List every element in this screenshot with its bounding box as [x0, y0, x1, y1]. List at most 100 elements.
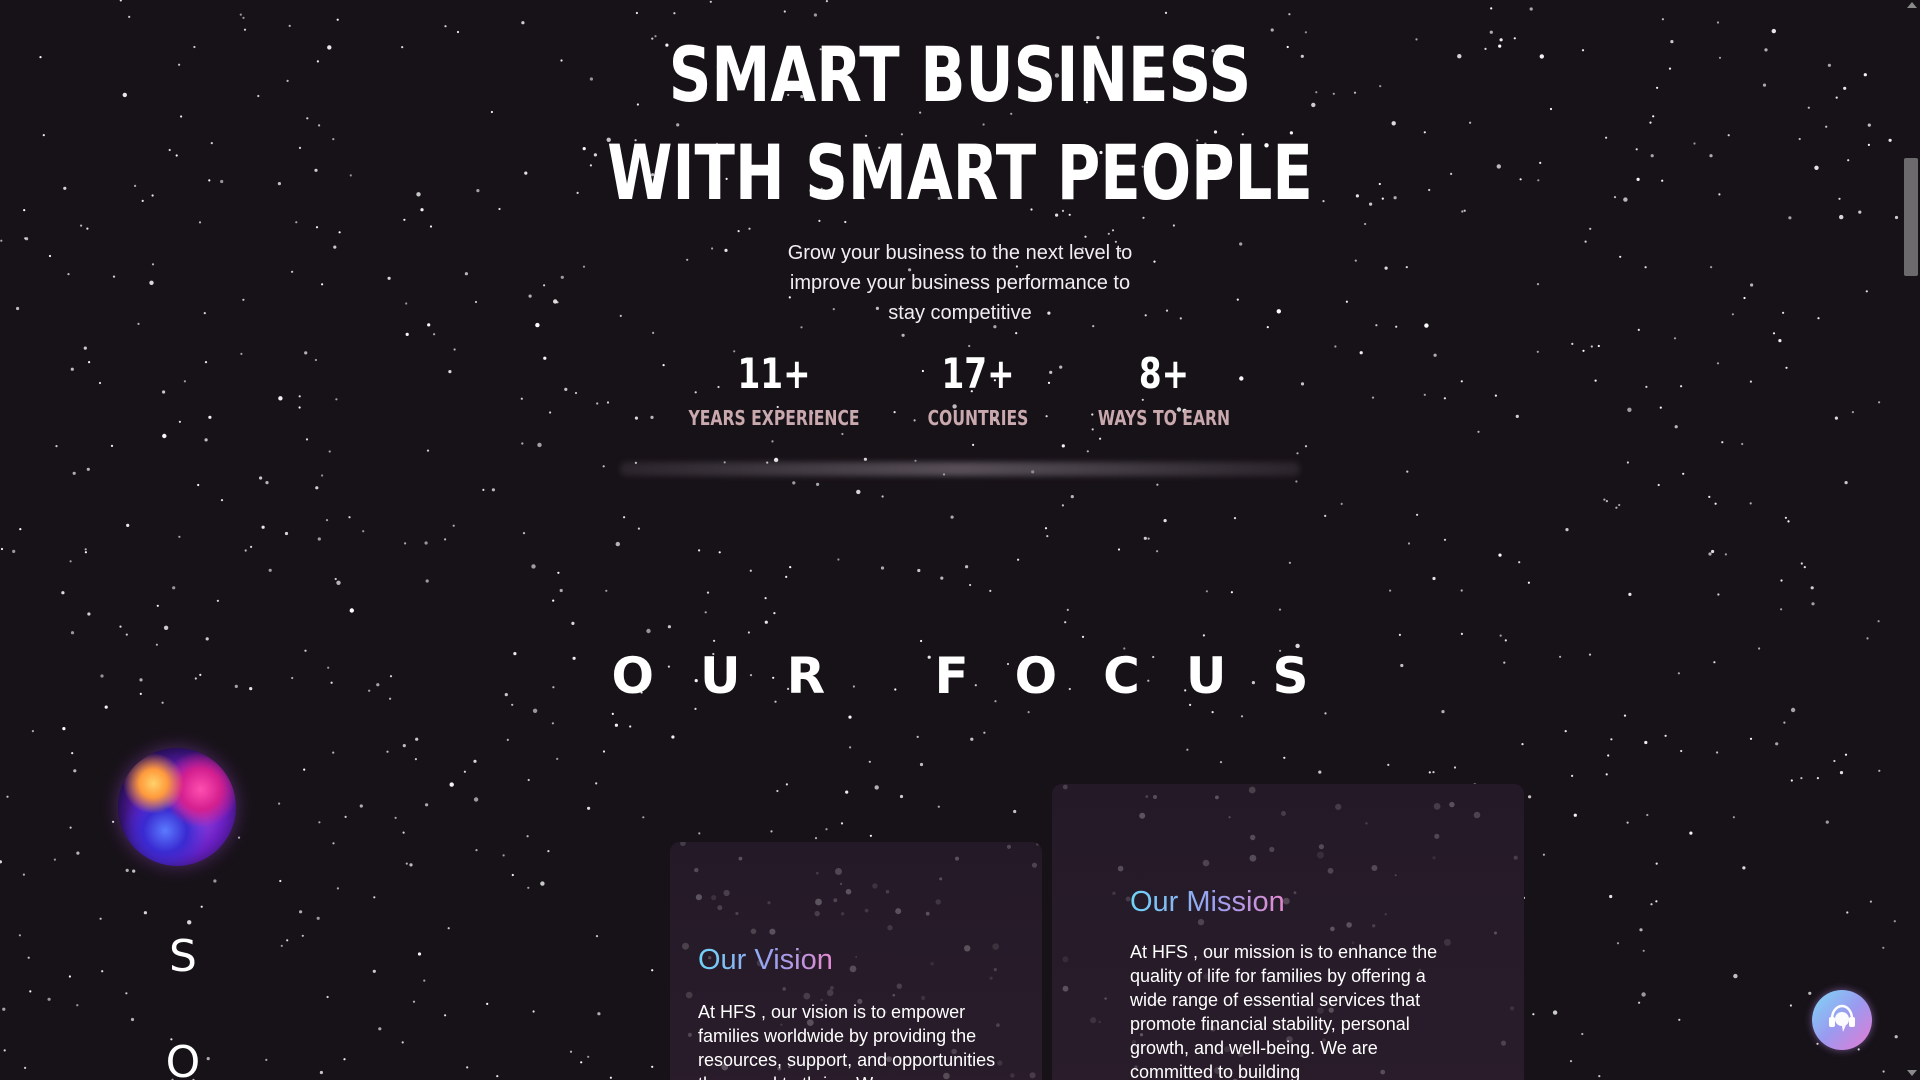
- star: [1571, 774, 1574, 778]
- star: [1641, 992, 1646, 997]
- star: [747, 631, 751, 634]
- star: [69, 826, 72, 829]
- card-dot: [839, 882, 843, 886]
- star: [1597, 344, 1600, 348]
- star: [325, 519, 329, 522]
- star: [937, 805, 940, 808]
- star: [559, 588, 563, 593]
- card-dot: [1372, 924, 1376, 928]
- star: [119, 625, 122, 628]
- star: [1628, 592, 1632, 597]
- vision-card: Our Vision At HFS , our vision is to emp…: [670, 842, 1042, 1080]
- star: [156, 604, 159, 607]
- star: [303, 768, 306, 771]
- star: [278, 802, 281, 805]
- star: [1800, 562, 1803, 565]
- star: [1807, 106, 1810, 109]
- star: [1318, 770, 1322, 774]
- card-dot: [695, 894, 702, 901]
- scrollbar-thumb[interactable]: [1904, 158, 1918, 276]
- star: [845, 790, 849, 794]
- card-dot: [1052, 784, 1055, 788]
- card-dot: [1473, 811, 1481, 819]
- card-dot: [939, 877, 943, 881]
- star: [919, 762, 924, 767]
- star: [968, 344, 971, 348]
- star: [197, 483, 200, 487]
- star: [1655, 900, 1658, 903]
- card-dot: [1153, 795, 1157, 799]
- star: [1816, 777, 1819, 780]
- star: [776, 789, 779, 793]
- star: [880, 566, 885, 570]
- star: [63, 186, 67, 190]
- scroll-up-arrow-icon[interactable]: [1907, 2, 1917, 8]
- star: [1015, 332, 1018, 335]
- star: [216, 599, 219, 602]
- star: [1398, 633, 1401, 637]
- star: [268, 568, 272, 572]
- star: [62, 727, 66, 731]
- star: [535, 322, 540, 328]
- star: [1432, 576, 1436, 581]
- star: [1762, 83, 1767, 87]
- star: [373, 896, 376, 899]
- star: [783, 10, 786, 13]
- star: [1147, 537, 1150, 540]
- star: [178, 63, 181, 66]
- star: [401, 1041, 404, 1044]
- stats-row: 11+ YEARS EXPERIENCE 17+ COUNTRIES 8+ WA…: [0, 348, 1920, 448]
- star: [532, 708, 538, 713]
- star: [1581, 1032, 1584, 1036]
- chat-support-button[interactable]: [1812, 990, 1872, 1050]
- star: [491, 488, 495, 492]
- star: [557, 571, 560, 574]
- star: [709, 0, 712, 3]
- card-dot: [1006, 844, 1012, 849]
- star: [506, 738, 509, 742]
- hero-subtitle: Grow your business to the next level to …: [787, 242, 1133, 324]
- star: [299, 910, 303, 914]
- star: [619, 314, 622, 317]
- card-dot: [989, 976, 993, 980]
- card-dot: [1249, 854, 1257, 862]
- card-dot: [694, 867, 699, 873]
- star: [1598, 1075, 1601, 1078]
- star: [698, 832, 701, 835]
- star: [1605, 773, 1608, 776]
- star: [527, 886, 530, 889]
- star: [1816, 1042, 1819, 1045]
- star: [279, 879, 282, 883]
- star: [1689, 831, 1693, 835]
- star: [175, 154, 178, 157]
- star: [874, 785, 879, 790]
- mission-text: At HFS , our mission is to enhance the q…: [1130, 942, 1438, 1080]
- star: [526, 835, 529, 838]
- star: [792, 481, 796, 485]
- star: [496, 1075, 499, 1078]
- card-dot: [1449, 801, 1455, 808]
- star: [1718, 193, 1721, 196]
- side-letter: S: [169, 931, 197, 982]
- star: [1233, 517, 1237, 520]
- star: [206, 1057, 210, 1061]
- star: [1066, 608, 1069, 612]
- star: [1877, 620, 1880, 623]
- star: [1013, 809, 1017, 814]
- scroll-down-arrow-icon[interactable]: [1907, 1070, 1917, 1076]
- star: [737, 230, 740, 233]
- card-dot: [815, 898, 822, 906]
- star: [1428, 771, 1431, 774]
- star: [25, 237, 29, 241]
- star: [1863, 73, 1867, 77]
- star: [615, 541, 620, 547]
- star: [1789, 1004, 1792, 1007]
- star: [0, 860, 2, 864]
- star: [426, 449, 430, 452]
- star: [387, 276, 391, 280]
- stat-years-experience: 11+ YEARS EXPERIENCE: [664, 348, 884, 432]
- star: [582, 265, 586, 268]
- star: [242, 16, 245, 19]
- star: [1708, 552, 1712, 556]
- star: [1623, 714, 1627, 717]
